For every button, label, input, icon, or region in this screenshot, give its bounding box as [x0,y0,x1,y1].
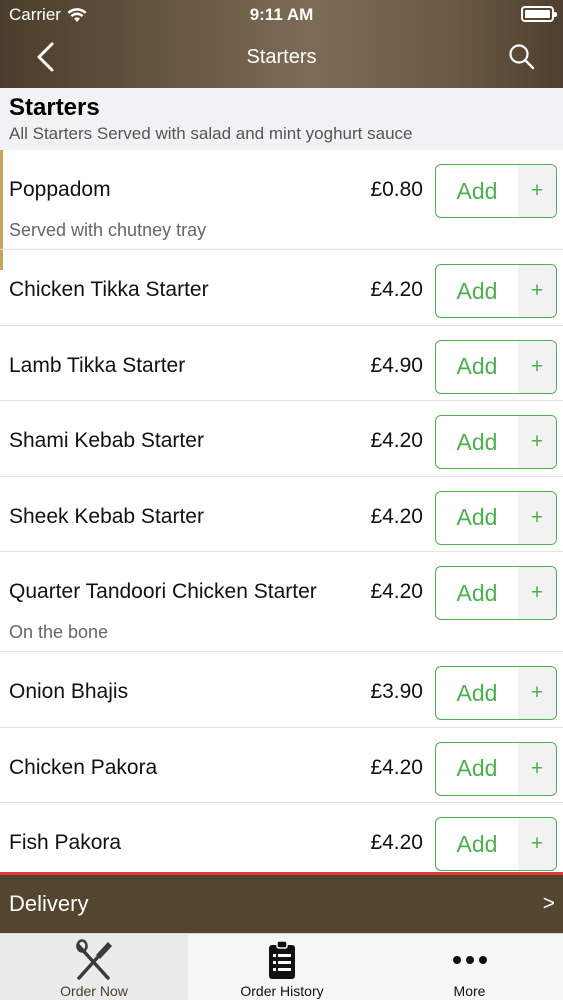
menu-item-name: Shami Kebab Starter [9,429,204,452]
menu-item-row: Chicken Tikka Starter £4.20 Add + [0,250,563,326]
menu-item-price: £4.20 [370,429,423,452]
add-button-label: Add [456,679,498,706]
add-button[interactable]: Add + [435,817,557,871]
plus-icon[interactable]: + [518,818,556,870]
page-title: Starters [246,46,317,68]
menu-item-price: £4.90 [370,353,423,377]
more-dots-icon [452,956,487,964]
plus-icon[interactable]: + [518,340,556,393]
add-button[interactable]: Add + [435,566,557,620]
plus-icon[interactable]: + [518,165,556,217]
top-header: Carrier 9:11 AM Starters [0,0,563,88]
add-button[interactable]: Add + [435,164,557,218]
tab-more-icon-wrap [376,938,563,982]
add-button-label: Add [456,504,498,530]
tab-order-history-label: Order History [240,983,324,999]
status-bar: Carrier 9:11 AM [0,0,563,30]
plus-icon[interactable]: + [518,416,556,468]
add-button[interactable]: Add + [435,490,557,545]
tab-order-history-icon-wrap [188,938,376,982]
add-button[interactable]: Add + [435,415,557,469]
tab-bar: Order Now Order History More [0,933,563,1000]
menu-item-name: Lamb Tikka Starter [9,353,186,377]
menu-item-list[interactable]: Poppadom Served with chutney tray £0.80 Add… [0,150,563,872]
delivery-label: Delivery [9,891,89,916]
menu-item-price: £3.90 [370,680,423,703]
menu-item-row: Quarter Tandoori Chicken Starter On the b… [0,552,563,652]
menu-item-name: Chicken Tikka Starter [9,278,209,301]
menu-item-price: £4.20 [370,755,423,779]
section-header: Starters All Starters Served with salad … [0,88,563,150]
tab-order-now[interactable]: Order Now [0,934,188,1000]
add-button[interactable]: Add + [435,264,557,318]
add-button-label: Add [456,830,498,857]
add-button[interactable]: Add + [435,741,557,796]
tab-order-now-label: Order Now [60,983,128,999]
plus-icon[interactable]: + [518,265,556,317]
plus-icon[interactable]: + [518,667,556,719]
tab-order-now-icon-wrap [0,938,188,982]
add-button[interactable]: Add + [435,666,557,720]
menu-item-row: Fish Pakora £4.20 Add + [0,803,563,872]
add-button-label: Add [456,428,498,455]
plus-icon[interactable]: + [518,742,556,795]
battery-icon [521,6,557,22]
menu-item-name: Quarter Tandoori Chicken Starter [9,580,317,603]
add-button[interactable]: Add + [435,339,557,394]
delivery-bar[interactable]: Delivery > [0,872,563,933]
menu-item-row: Onion Bhajis £3.90 Add + [0,652,563,728]
menu-item-name: Poppadom [9,178,111,201]
delivery-arrow-icon: > [542,892,555,915]
menu-item-name: Onion Bhajis [9,680,129,703]
search-icon[interactable] [507,42,537,72]
menu-item-row: Chicken Pakora £4.20 Add + [0,728,563,803]
section-subtitle: All Starters Served with salad and mint … [9,124,413,143]
add-button-label: Add [456,277,498,304]
menu-item-row: Poppadom Served with chutney tray £0.80 Add… [0,150,563,250]
plus-icon[interactable]: + [518,567,556,619]
menu-item-price: £0.80 [370,178,423,201]
menu-item-row: Shami Kebab Starter £4.20 Add + [0,401,563,477]
menu-item-row: Sheek Kebab Starter £4.20 Add + [0,477,563,552]
menu-item-description: Served with chutney tray [9,220,207,240]
menu-item-name: Sheek Kebab Starter [9,504,204,528]
plus-icon[interactable]: + [518,491,556,544]
menu-item-price: £4.20 [370,580,423,603]
status-time: 9:11 AM [249,5,314,24]
menu-item-name: Chicken Pakora [9,755,158,779]
section-title: Starters [9,94,100,121]
tab-more-label: More [453,983,486,999]
nav-bar: Starters [0,30,563,88]
menu-item-price: £4.20 [370,831,423,854]
add-button-label: Add [456,353,498,379]
add-button-label: Add [456,177,498,204]
add-button-label: Add [456,755,498,781]
menu-item-price: £4.20 [370,278,423,301]
menu-item-price: £4.20 [370,504,423,528]
tab-order-history[interactable]: Order History [188,934,376,1000]
menu-item-row: Lamb Tikka Starter £4.90 Add + [0,326,563,401]
menu-item-description: On the bone [9,622,109,642]
clipboard-list-icon [269,940,295,979]
tab-more[interactable]: More [376,934,563,1000]
add-button-label: Add [456,579,498,606]
menu-item-name: Fish Pakora [9,831,122,854]
fork-knife-icon [76,939,112,980]
